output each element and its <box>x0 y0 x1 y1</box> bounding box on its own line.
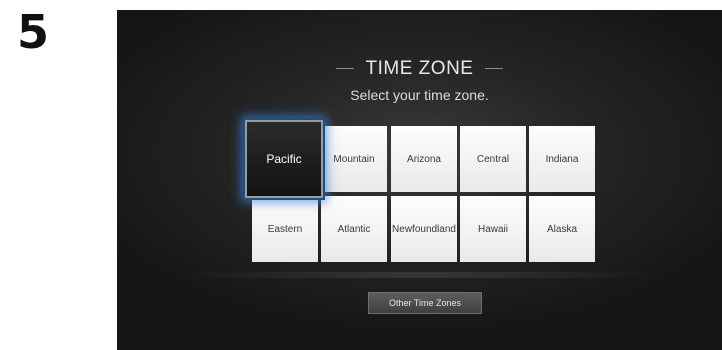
instruction-page: 5 TIME ZONE Select your time zone. Pacif… <box>0 0 722 350</box>
zone-tile-eastern[interactable]: Eastern <box>252 196 318 262</box>
zone-tile-atlantic[interactable]: Atlantic <box>321 196 387 262</box>
screen-title: TIME ZONE <box>365 58 474 79</box>
title-row: TIME ZONE <box>117 58 722 80</box>
other-time-zones-button[interactable]: Other Time Zones <box>368 292 482 314</box>
zone-tile-newfoundland[interactable]: Newfoundland <box>391 196 457 262</box>
screen-subtitle: Select your time zone. <box>350 87 489 103</box>
zone-tile-central[interactable]: Central <box>460 126 526 192</box>
time-zone-grid: Pacific Mountain Arizona Central Indiana… <box>245 120 597 264</box>
tv-screen: TIME ZONE Select your time zone. Pacific… <box>117 10 722 350</box>
zone-tile-hawaii[interactable]: Hawaii <box>460 196 526 262</box>
zone-tile-pacific[interactable]: Pacific <box>245 120 323 198</box>
zone-tile-mountain[interactable]: Mountain <box>321 126 387 192</box>
zone-tile-indiana[interactable]: Indiana <box>529 126 595 192</box>
zone-tile-arizona[interactable]: Arizona <box>391 126 457 192</box>
zone-tile-alaska[interactable]: Alaska <box>529 196 595 262</box>
title-dash-left <box>335 68 354 70</box>
step-number: 5 <box>17 5 50 59</box>
title-dash-right <box>485 68 504 70</box>
